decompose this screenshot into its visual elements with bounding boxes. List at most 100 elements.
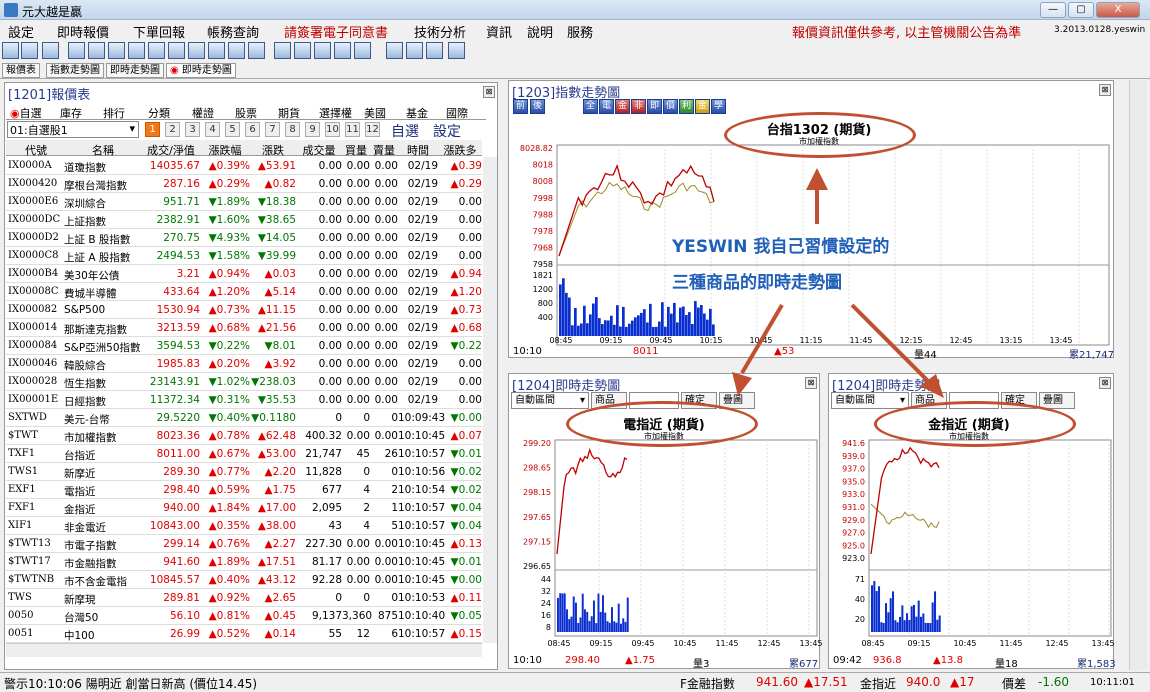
tab-international[interactable]: 國際 bbox=[446, 105, 468, 120]
col-header[interactable]: 時間 bbox=[398, 142, 438, 158]
col-header[interactable]: 成交量 bbox=[296, 142, 342, 158]
col-header[interactable]: 買量 bbox=[342, 142, 370, 158]
tab-realtime-chart-active[interactable]: ◉ 即時走勢圖 bbox=[166, 63, 236, 78]
close-button[interactable]: X bbox=[1096, 2, 1140, 18]
tab-category[interactable]: 分類 bbox=[148, 105, 170, 120]
menu-service[interactable]: 服務 bbox=[567, 22, 593, 41]
menu-help[interactable]: 說明 bbox=[527, 22, 553, 41]
toolbar-icon[interactable] bbox=[188, 42, 205, 59]
toolbar-icon[interactable] bbox=[68, 42, 85, 59]
col-header[interactable]: 成交/淨值 bbox=[142, 142, 200, 158]
table-row[interactable]: SXTWD 美元-台幣 29.5220 ▼0.40% ▼0.1180 0 0 0 10:09:4… bbox=[6, 409, 482, 427]
toolbar-icon[interactable] bbox=[248, 42, 265, 59]
col-header[interactable]: 代號 bbox=[8, 142, 64, 158]
page-button[interactable]: 7 bbox=[265, 122, 280, 137]
toolbar-icon[interactable] bbox=[21, 42, 38, 59]
toolbar-icon[interactable] bbox=[128, 42, 145, 59]
table-row[interactable]: IX0000DC 上証指數 2382.91 ▼1.60% ▼38.65 0.00 0.00 0… bbox=[6, 211, 482, 229]
tab-futures[interactable]: 期貨 bbox=[278, 105, 300, 120]
table-row[interactable]: IX0000E6 深圳綜合 951.71 ▼1.89% ▼18.38 0.00 0.00 0.… bbox=[6, 193, 482, 211]
toolbar-icon[interactable] bbox=[448, 42, 465, 59]
table-row[interactable]: IX000084 S&P亞洲50指數 3594.53 ▼0.22% ▼8.01 0.00 0… bbox=[6, 337, 482, 355]
page-button[interactable]: 11 bbox=[345, 122, 360, 137]
page-button[interactable]: 12 bbox=[365, 122, 380, 137]
table-row[interactable]: TXF1 台指近 8011.00 ▲0.67% ▲53.00 21,747 45 26 10:1… bbox=[6, 445, 482, 463]
toolbar-icon[interactable] bbox=[426, 42, 443, 59]
table-row[interactable]: 0051 中100 26.99 ▲0.52% ▲0.14 55 12 6 10:10:57 ▲0.… bbox=[6, 625, 482, 643]
col-header[interactable]: 漲跌 bbox=[250, 142, 296, 158]
toolbar-icon[interactable] bbox=[228, 42, 245, 59]
page-button[interactable]: 10 bbox=[325, 122, 340, 137]
tab-warrant[interactable]: 權證 bbox=[192, 105, 214, 120]
col-header[interactable]: 漲跌幅 bbox=[200, 142, 250, 158]
table-row[interactable]: IX000082 S&P500 1530.94 ▲0.73% ▲11.15 0.00 0.0… bbox=[6, 301, 482, 319]
toolbar-icon[interactable] bbox=[314, 42, 331, 59]
page-button[interactable]: 5 bbox=[225, 122, 240, 137]
table-row[interactable]: TWS1 新摩近 289.30 ▲0.77% ▲2.20 11,828 0 0 10:10:56… bbox=[6, 463, 482, 481]
toolbar-icon[interactable] bbox=[354, 42, 371, 59]
table-row[interactable]: EXF1 電指近 298.40 ▲0.59% ▲1.75 677 4 2 10:10:54 ▼0.… bbox=[6, 481, 482, 499]
menu-esign[interactable]: 請簽署電子同意書 bbox=[284, 22, 388, 41]
toolbar-icon[interactable] bbox=[2, 42, 19, 59]
tab-options[interactable]: 選擇權 bbox=[319, 105, 352, 120]
page-button[interactable]: 3 bbox=[185, 122, 200, 137]
menu-info[interactable]: 資訊 bbox=[486, 22, 512, 41]
table-row[interactable]: $TWT13 市電子指數 299.14 ▲0.76% ▲2.27 227.30 0.00 0.… bbox=[6, 535, 482, 553]
table-row[interactable]: IX00008C 費城半導體 433.64 ▲1.20% ▲5.14 0.00 0.00 0.… bbox=[6, 283, 482, 301]
toolbar-icon[interactable] bbox=[294, 42, 311, 59]
table-row[interactable]: TWS 新摩現 289.81 ▲0.92% ▲2.65 0 0 0 10:10:53 ▲0.11 bbox=[6, 589, 482, 607]
page-button[interactable]: 1 bbox=[145, 122, 160, 137]
toolbar-icon[interactable] bbox=[274, 42, 291, 59]
toolbar-icon[interactable] bbox=[406, 42, 423, 59]
menu-technical[interactable]: 技術分析 bbox=[414, 22, 466, 41]
select-button[interactable]: 自選 bbox=[391, 121, 419, 141]
group-select[interactable]: 01:自選股1 ▾ bbox=[7, 121, 139, 138]
tab-fund[interactable]: 基金 bbox=[406, 105, 428, 120]
table-row[interactable]: IX0000A 道瓊指數 14035.67 ▲0.39% ▲53.91 0.00 0.00 0… bbox=[6, 157, 482, 175]
col-header[interactable]: 賣量 bbox=[370, 142, 398, 158]
table-row[interactable]: IX000420 摩根台灣指數 287.16 ▲0.29% ▲0.82 0.00 0.00 0… bbox=[6, 175, 482, 193]
page-button[interactable]: 2 bbox=[165, 122, 180, 137]
table-row[interactable]: IX0000D2 上証 B 股指數 270.75 ▼4.93% ▼14.05 0.00 0.… bbox=[6, 229, 482, 247]
col-header[interactable]: 名稱 bbox=[64, 142, 142, 158]
tab-us[interactable]: 美國 bbox=[364, 105, 386, 120]
toolbar-icon[interactable] bbox=[108, 42, 125, 59]
menu-quotes[interactable]: 即時報價 bbox=[57, 22, 109, 41]
menu-settings[interactable]: 設定 bbox=[8, 22, 34, 41]
horizontal-scrollbar[interactable] bbox=[6, 643, 482, 657]
maximize-button[interactable]: ▢ bbox=[1068, 2, 1094, 18]
tab-stock[interactable]: 股票 bbox=[235, 105, 257, 120]
col-header[interactable]: 漲跌多 bbox=[438, 142, 482, 158]
toolbar-icon[interactable] bbox=[42, 42, 59, 59]
tab-quote-table[interactable]: 報價表 bbox=[2, 63, 40, 78]
table-row[interactable]: IX000046 韓股綜合 1985.83 ▲0.20% ▲3.92 0.00 0.00 0.… bbox=[6, 355, 482, 373]
toolbar-icon[interactable] bbox=[334, 42, 351, 59]
settings-button[interactable]: 設定 bbox=[433, 121, 461, 141]
page-button[interactable]: 8 bbox=[285, 122, 300, 137]
page-button[interactable]: 6 bbox=[245, 122, 260, 137]
minimize-button[interactable]: — bbox=[1040, 2, 1066, 18]
vertical-scrollbar[interactable] bbox=[483, 157, 497, 643]
page-button[interactable]: 4 bbox=[205, 122, 220, 137]
menu-account[interactable]: 帳務查詢 bbox=[207, 22, 259, 41]
toolbar-icon[interactable] bbox=[208, 42, 225, 59]
toolbar-icon[interactable] bbox=[88, 42, 105, 59]
toolbar-icon[interactable] bbox=[148, 42, 165, 59]
table-row[interactable]: IX00001E 日經指數 11372.34 ▼0.31% ▼35.53 0.00 0.00… bbox=[6, 391, 482, 409]
table-row[interactable]: IX000028 恆生指數 23143.91 ▼1.02% ▼238.03 0.00 0.0… bbox=[6, 373, 482, 391]
table-row[interactable]: IX0000C8 上証 A 股指數 2494.53 ▼1.58% ▼39.99 0.00 0… bbox=[6, 247, 482, 265]
panel-close-icon[interactable]: ⊠ bbox=[483, 86, 495, 98]
page-button[interactable]: 9 bbox=[305, 122, 320, 137]
table-row[interactable]: IX0000B4 美30年公債 3.21 ▲0.94% ▲0.03 0.00 0.00 0.0… bbox=[6, 265, 482, 283]
table-row[interactable]: IX000014 那斯達克指數 3213.59 ▲0.68% ▲21.56 0.00 0.0… bbox=[6, 319, 482, 337]
main-scrollbar[interactable] bbox=[1129, 80, 1147, 670]
tab-inventory[interactable]: 庫存 bbox=[60, 105, 82, 120]
tab-index-chart[interactable]: 指數走勢圖 bbox=[46, 63, 104, 78]
table-row[interactable]: $TWTNB 市不含金電指 10845.57 ▲0.40% ▲43.12 92.28 0.0… bbox=[6, 571, 482, 589]
table-row[interactable]: FXF1 金指近 940.00 ▲1.84% ▲17.00 2,095 2 1 10:10:57… bbox=[6, 499, 482, 517]
table-row[interactable]: $TWT 市加權指數 8023.36 ▲0.78% ▲62.48 400.32 0.00 0.… bbox=[6, 427, 482, 445]
table-row[interactable]: 0050 台灣50 56.10 ▲0.81% ▲0.45 9,137 3,360 875 10:… bbox=[6, 607, 482, 625]
menu-order[interactable]: 下單回報 bbox=[133, 22, 185, 41]
table-row[interactable]: $TWT17 市金融指數 941.60 ▲1.89% ▲17.51 81.17 0.00 0.… bbox=[6, 553, 482, 571]
toolbar-icon[interactable] bbox=[386, 42, 403, 59]
